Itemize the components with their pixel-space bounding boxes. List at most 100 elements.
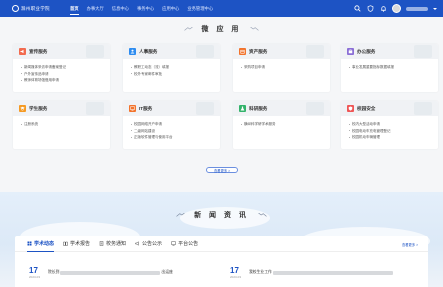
app-card-it[interactable]: IT服务 校园网络开户申请 二级网站建设 正版软件管理与使用平台 bbox=[123, 101, 220, 149]
app-card-publicity[interactable]: 宣传服务 新闻媒体采访申请备案登记 户外宣传品申请 教师体育场馆借用申请 bbox=[13, 44, 110, 92]
document-icon bbox=[99, 241, 104, 246]
app-link[interactable]: 教师体育场馆借用申请 bbox=[21, 77, 104, 84]
card-title: 办公服务 bbox=[357, 48, 376, 54]
card-link-list: 注册系统 bbox=[13, 116, 110, 128]
box-icon bbox=[239, 48, 246, 55]
monitor-icon bbox=[129, 105, 136, 112]
card-header: 人事服务 bbox=[123, 44, 220, 59]
news-title-prefix: 院长到 bbox=[48, 270, 60, 274]
tab-school-notices[interactable]: 校务通知 bbox=[99, 236, 126, 252]
tab-label: 学术动态 bbox=[34, 240, 55, 247]
app-link[interactable]: 正版软件管理与使用平台 bbox=[131, 134, 214, 141]
news-item[interactable]: 17 2023-03 院长到 出运座 bbox=[29, 266, 173, 279]
app-link[interactable]: 校外专家邮件审批 bbox=[131, 71, 214, 78]
card-link-list: 教职工动态（流）填报 校外专家邮件审批 bbox=[123, 59, 220, 77]
card-link-list: 采购项目申请 bbox=[233, 59, 330, 71]
nav-item-affairs-center[interactable]: 事务中心 bbox=[133, 0, 158, 17]
card-link-list: 横纵科学研学术服务 bbox=[233, 116, 330, 128]
search-icon[interactable] bbox=[353, 5, 361, 13]
card-header: 办公服务 bbox=[341, 44, 438, 59]
news-title-text: 新 闻 资 讯 bbox=[194, 212, 249, 219]
redacted-text bbox=[60, 270, 161, 275]
card-title: 科研服务 bbox=[249, 105, 268, 111]
tab-label: 平台公告 bbox=[178, 241, 199, 247]
redacted-text bbox=[272, 270, 393, 275]
card-watermark bbox=[196, 45, 214, 58]
apps-title-text: 微 应 用 bbox=[201, 26, 242, 33]
card-watermark bbox=[86, 102, 104, 115]
news-title-suffix: 出运座 bbox=[161, 270, 173, 274]
news-day: 17 bbox=[230, 266, 239, 275]
news-title: 院长到 出运座 bbox=[48, 270, 173, 275]
card-title: 资产服务 bbox=[249, 48, 268, 54]
card-header: 科研服务 bbox=[233, 101, 330, 116]
person-icon bbox=[129, 48, 136, 55]
card-watermark bbox=[306, 102, 324, 115]
card-header: 学生服务 bbox=[13, 101, 110, 116]
news-tabs: 学术动态 学术报告 校务通知 公告公示 平台公告 bbox=[15, 236, 428, 252]
title-decoration-icon bbox=[176, 213, 185, 217]
nav-item-service-hall[interactable]: 办事大厅 bbox=[83, 0, 108, 17]
grid-icon bbox=[27, 241, 32, 246]
book-icon bbox=[63, 241, 68, 246]
card-watermark bbox=[414, 45, 432, 58]
card-watermark bbox=[306, 45, 324, 58]
card-watermark bbox=[86, 45, 104, 58]
logo-emblem-icon bbox=[12, 5, 19, 12]
app-card-student[interactable]: 学生服务 注册系统 bbox=[13, 101, 110, 149]
user-avatar[interactable] bbox=[392, 4, 401, 13]
nav-item-info-center[interactable]: 信息中心 bbox=[108, 0, 133, 17]
app-card-assets[interactable]: 资产服务 采购项目申请 bbox=[233, 44, 330, 92]
tab-public-announcements[interactable]: 公告公示 bbox=[135, 236, 162, 252]
tab-platform-announcements[interactable]: 平台公告 bbox=[171, 236, 198, 252]
shield-icon[interactable] bbox=[366, 5, 374, 13]
app-card-office[interactable]: 办公服务 事业发展重要指标数据填报 bbox=[341, 44, 438, 92]
news-year-month: 2023-03 bbox=[29, 275, 41, 279]
card-title: 学生服务 bbox=[29, 105, 48, 111]
chevron-down-icon[interactable] bbox=[433, 7, 437, 10]
card-title: 校园安全 bbox=[357, 105, 376, 111]
app-link[interactable]: 事业发展重要指标数据填报 bbox=[349, 64, 432, 71]
tab-label: 公告公示 bbox=[142, 241, 163, 247]
flask-icon bbox=[239, 105, 246, 112]
nav-item-business-center[interactable]: 业务管理中心 bbox=[183, 0, 217, 17]
student-icon bbox=[19, 105, 26, 112]
nav-item-app-center[interactable]: 应用中心 bbox=[158, 0, 183, 17]
bell-icon[interactable] bbox=[379, 5, 387, 13]
news-date: 17 2023-03 bbox=[230, 266, 241, 279]
monitor-icon bbox=[171, 241, 176, 246]
logo-text: 滁州职业学院 bbox=[21, 5, 50, 11]
title-decoration-icon bbox=[258, 213, 267, 217]
app-link[interactable]: 横纵科学研学术服务 bbox=[241, 121, 324, 128]
apps-more-button[interactable]: 查看更多 > bbox=[206, 167, 238, 173]
apps-section-title: 微 应 用 bbox=[0, 24, 443, 34]
tab-label: 校务通知 bbox=[106, 241, 127, 247]
app-card-hr[interactable]: 人事服务 教职工动态（流）填报 校外专家邮件审批 bbox=[123, 44, 220, 92]
news-panel: 学术动态 学术报告 校务通知 公告公示 平台公告 查看更多 > 17 2023-… bbox=[15, 236, 428, 287]
news-more-link[interactable]: 查看更多 > bbox=[402, 242, 418, 247]
card-header: 资产服务 bbox=[233, 44, 330, 59]
briefcase-icon bbox=[347, 48, 354, 55]
megaphone-icon bbox=[135, 241, 140, 246]
username-redacted[interactable] bbox=[406, 6, 428, 11]
title-decoration-icon bbox=[250, 27, 260, 31]
tab-label: 学术报告 bbox=[70, 241, 91, 247]
nav-item-home[interactable]: 首页 bbox=[66, 0, 83, 17]
tab-academic-reports[interactable]: 学术报告 bbox=[63, 236, 90, 252]
app-link[interactable]: 采购项目申请 bbox=[241, 64, 324, 71]
tab-academic-news[interactable]: 学术动态 bbox=[27, 236, 55, 252]
app-link[interactable]: 校园机动车辆管理 bbox=[349, 134, 432, 141]
top-navbar: 滁州职业学院 首页 办事大厅 信息中心 事务中心 应用中心 业务管理中心 bbox=[0, 0, 443, 17]
main-menu: 首页 办事大厅 信息中心 事务中心 应用中心 业务管理中心 bbox=[66, 0, 217, 17]
card-title: IT服务 bbox=[139, 105, 153, 111]
news-item[interactable]: 17 2023-03 我校生业工作 bbox=[230, 266, 394, 279]
app-link[interactable]: 注册系统 bbox=[21, 121, 104, 128]
app-card-research[interactable]: 科研服务 横纵科学研学术服务 bbox=[233, 101, 330, 149]
card-title: 人事服务 bbox=[139, 48, 158, 54]
card-link-list: 新闻媒体采访申请备案登记 户外宣传品申请 教师体育场馆借用申请 bbox=[13, 59, 110, 84]
app-card-campus-safety[interactable]: 校园安全 校内大型活动申请 校园电动车充电管理登记 校园机动车辆管理 bbox=[341, 101, 438, 149]
megaphone-icon bbox=[19, 48, 26, 55]
school-logo[interactable]: 滁州职业学院 bbox=[12, 5, 60, 12]
card-header: 校园安全 bbox=[341, 101, 438, 116]
card-link-list: 校园网络开户申请 二级网站建设 正版软件管理与使用平台 bbox=[123, 116, 220, 141]
